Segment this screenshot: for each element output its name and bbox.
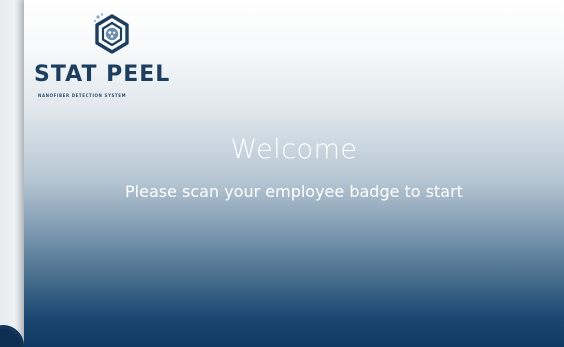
hexagon-sample-icon — [93, 13, 129, 54]
corner-logo-fragment — [0, 323, 24, 347]
window-edge — [0, 0, 24, 347]
scan-badge-instruction: Please scan your employee badge to start — [125, 182, 463, 201]
brand-logo: STAT PEEL NANOFIBER DETECTION SYSTEM — [34, 12, 194, 104]
brand-name: STAT PEEL — [34, 62, 171, 87]
brand-tagline: NANOFIBER DETECTION SYSTEM — [38, 93, 127, 98]
welcome-heading: Welcome — [230, 134, 358, 165]
welcome-screen: STAT PEEL NANOFIBER DETECTION SYSTEM Wel… — [24, 0, 564, 347]
